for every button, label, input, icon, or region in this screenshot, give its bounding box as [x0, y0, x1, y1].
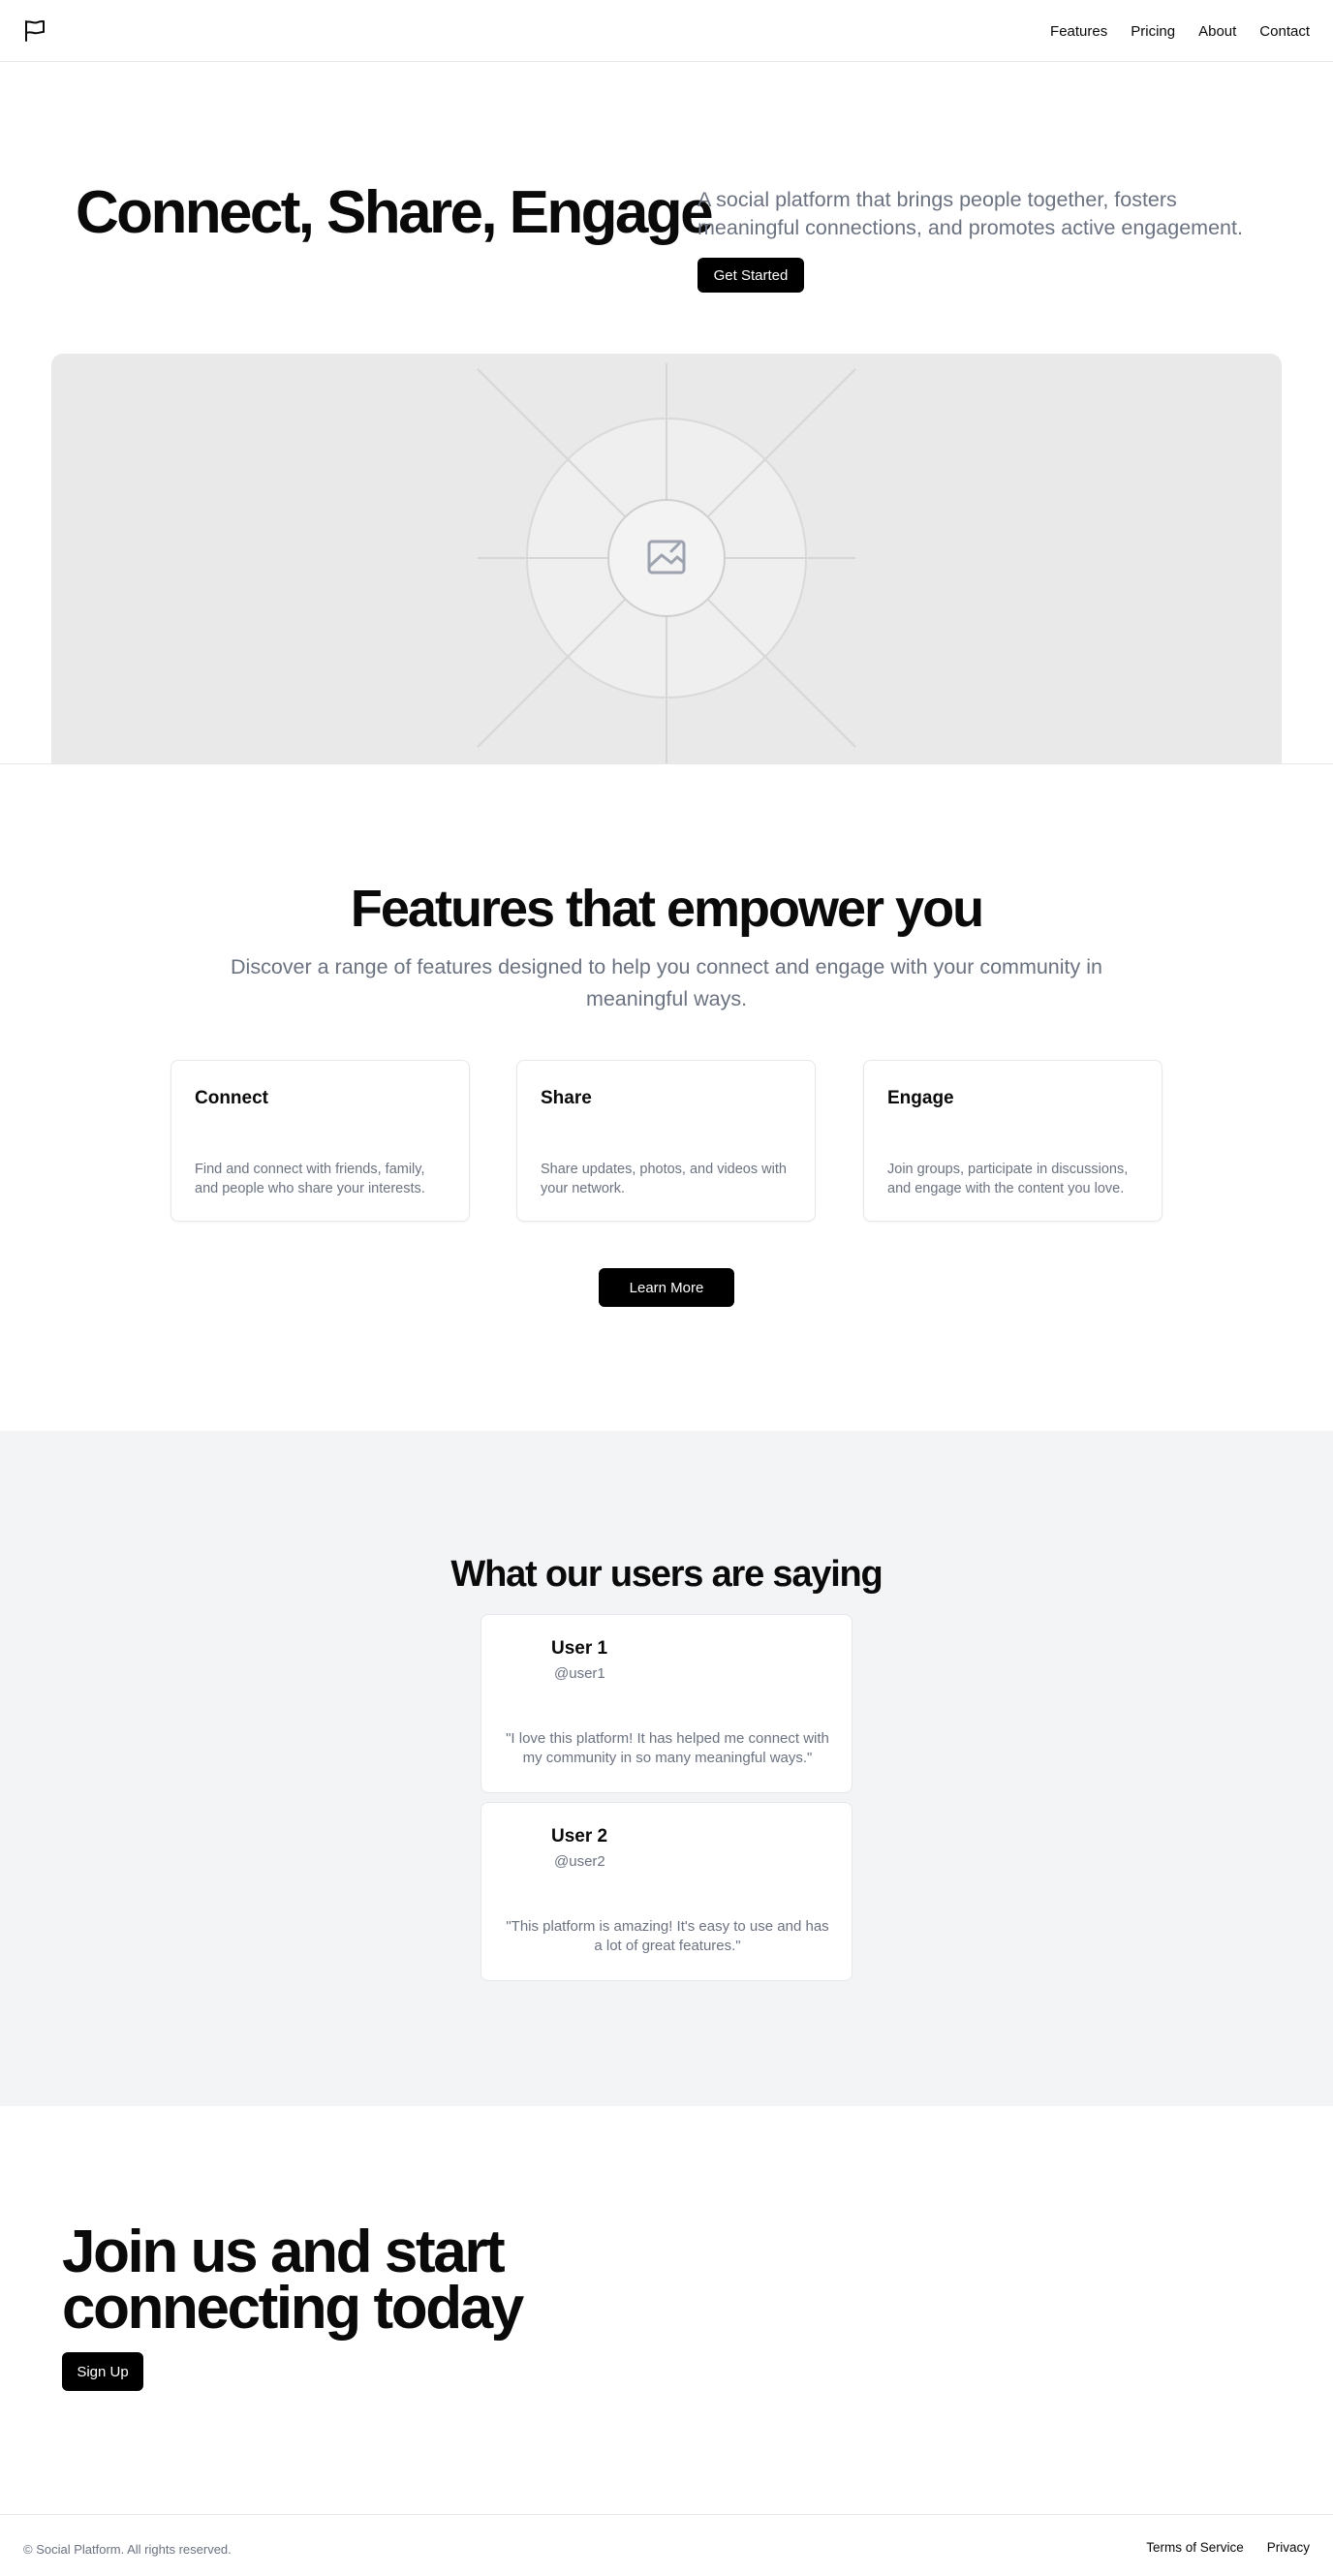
cta-title: Join us and start connecting today	[62, 2219, 524, 2342]
main-nav: Features Pricing About Contact	[1050, 0, 1310, 62]
feature-card-share: Share Share updates, photos, and videos …	[516, 1060, 816, 1222]
testimonial-card: User 1 @user1 "I love this platform! It …	[480, 1614, 852, 1793]
feature-card-title: Share	[541, 1088, 592, 1108]
section-divider	[0, 763, 1333, 764]
learn-more-button[interactable]: Learn More	[599, 1268, 734, 1307]
nav-link-pricing[interactable]: Pricing	[1131, 23, 1175, 40]
testimonial-quote: "This platform is amazing! It's easy to …	[506, 1918, 829, 1954]
testimonials-section: What our users are saying User 1 @user1 …	[0, 1431, 1333, 2106]
hero-image-placeholder	[51, 354, 1282, 764]
feature-card-engage: Engage Join groups, participate in discu…	[863, 1060, 1162, 1222]
testimonial-handle: @user2	[554, 1853, 605, 1870]
feature-card-title: Engage	[887, 1088, 954, 1108]
feature-card-description: Find and connect with friends, family, a…	[195, 1162, 425, 1196]
testimonials-title: What our users are saying	[450, 1554, 883, 1595]
footer-link-terms[interactable]: Terms of Service	[1146, 2540, 1244, 2555]
hero-title: Connect, Share, Engage	[76, 179, 714, 246]
feature-card-connect: Connect Find and connect with friends, f…	[170, 1060, 470, 1222]
feature-card-description: Share updates, photos, and videos with y…	[541, 1162, 787, 1196]
flag-icon[interactable]	[24, 19, 46, 43]
placeholder-graphic	[477, 363, 856, 764]
get-started-button[interactable]: Get Started	[698, 258, 804, 293]
features-title: Features that empower you	[350, 880, 984, 938]
feature-card-description: Join groups, participate in discussions,…	[887, 1162, 1129, 1196]
site-header: Features Pricing About Contact	[0, 0, 1333, 62]
footer-link-privacy[interactable]: Privacy	[1267, 2540, 1310, 2555]
nav-link-contact[interactable]: Contact	[1259, 23, 1310, 40]
feature-card-title: Connect	[195, 1088, 268, 1108]
sign-up-button[interactable]: Sign Up	[62, 2352, 143, 2391]
testimonial-name: User 1	[551, 1638, 608, 1659]
nav-link-about[interactable]: About	[1198, 23, 1236, 40]
features-subtitle: Discover a range of features designed to…	[231, 955, 1102, 1010]
testimonial-quote: "I love this platform! It has helped me …	[506, 1730, 829, 1766]
testimonial-name: User 2	[551, 1826, 608, 1847]
nav-link-features[interactable]: Features	[1050, 23, 1107, 40]
testimonial-handle: @user1	[554, 1665, 605, 1682]
hero-subtitle: A social platform that brings people tog…	[698, 188, 1243, 239]
testimonial-card: User 2 @user2 "This platform is amazing!…	[480, 1802, 852, 1981]
copyright-text: © Social Platform. All rights reserved.	[23, 2542, 232, 2557]
site-footer: © Social Platform. All rights reserved. …	[0, 2514, 1333, 2576]
footer-links: Terms of Service Privacy	[1146, 2540, 1310, 2555]
